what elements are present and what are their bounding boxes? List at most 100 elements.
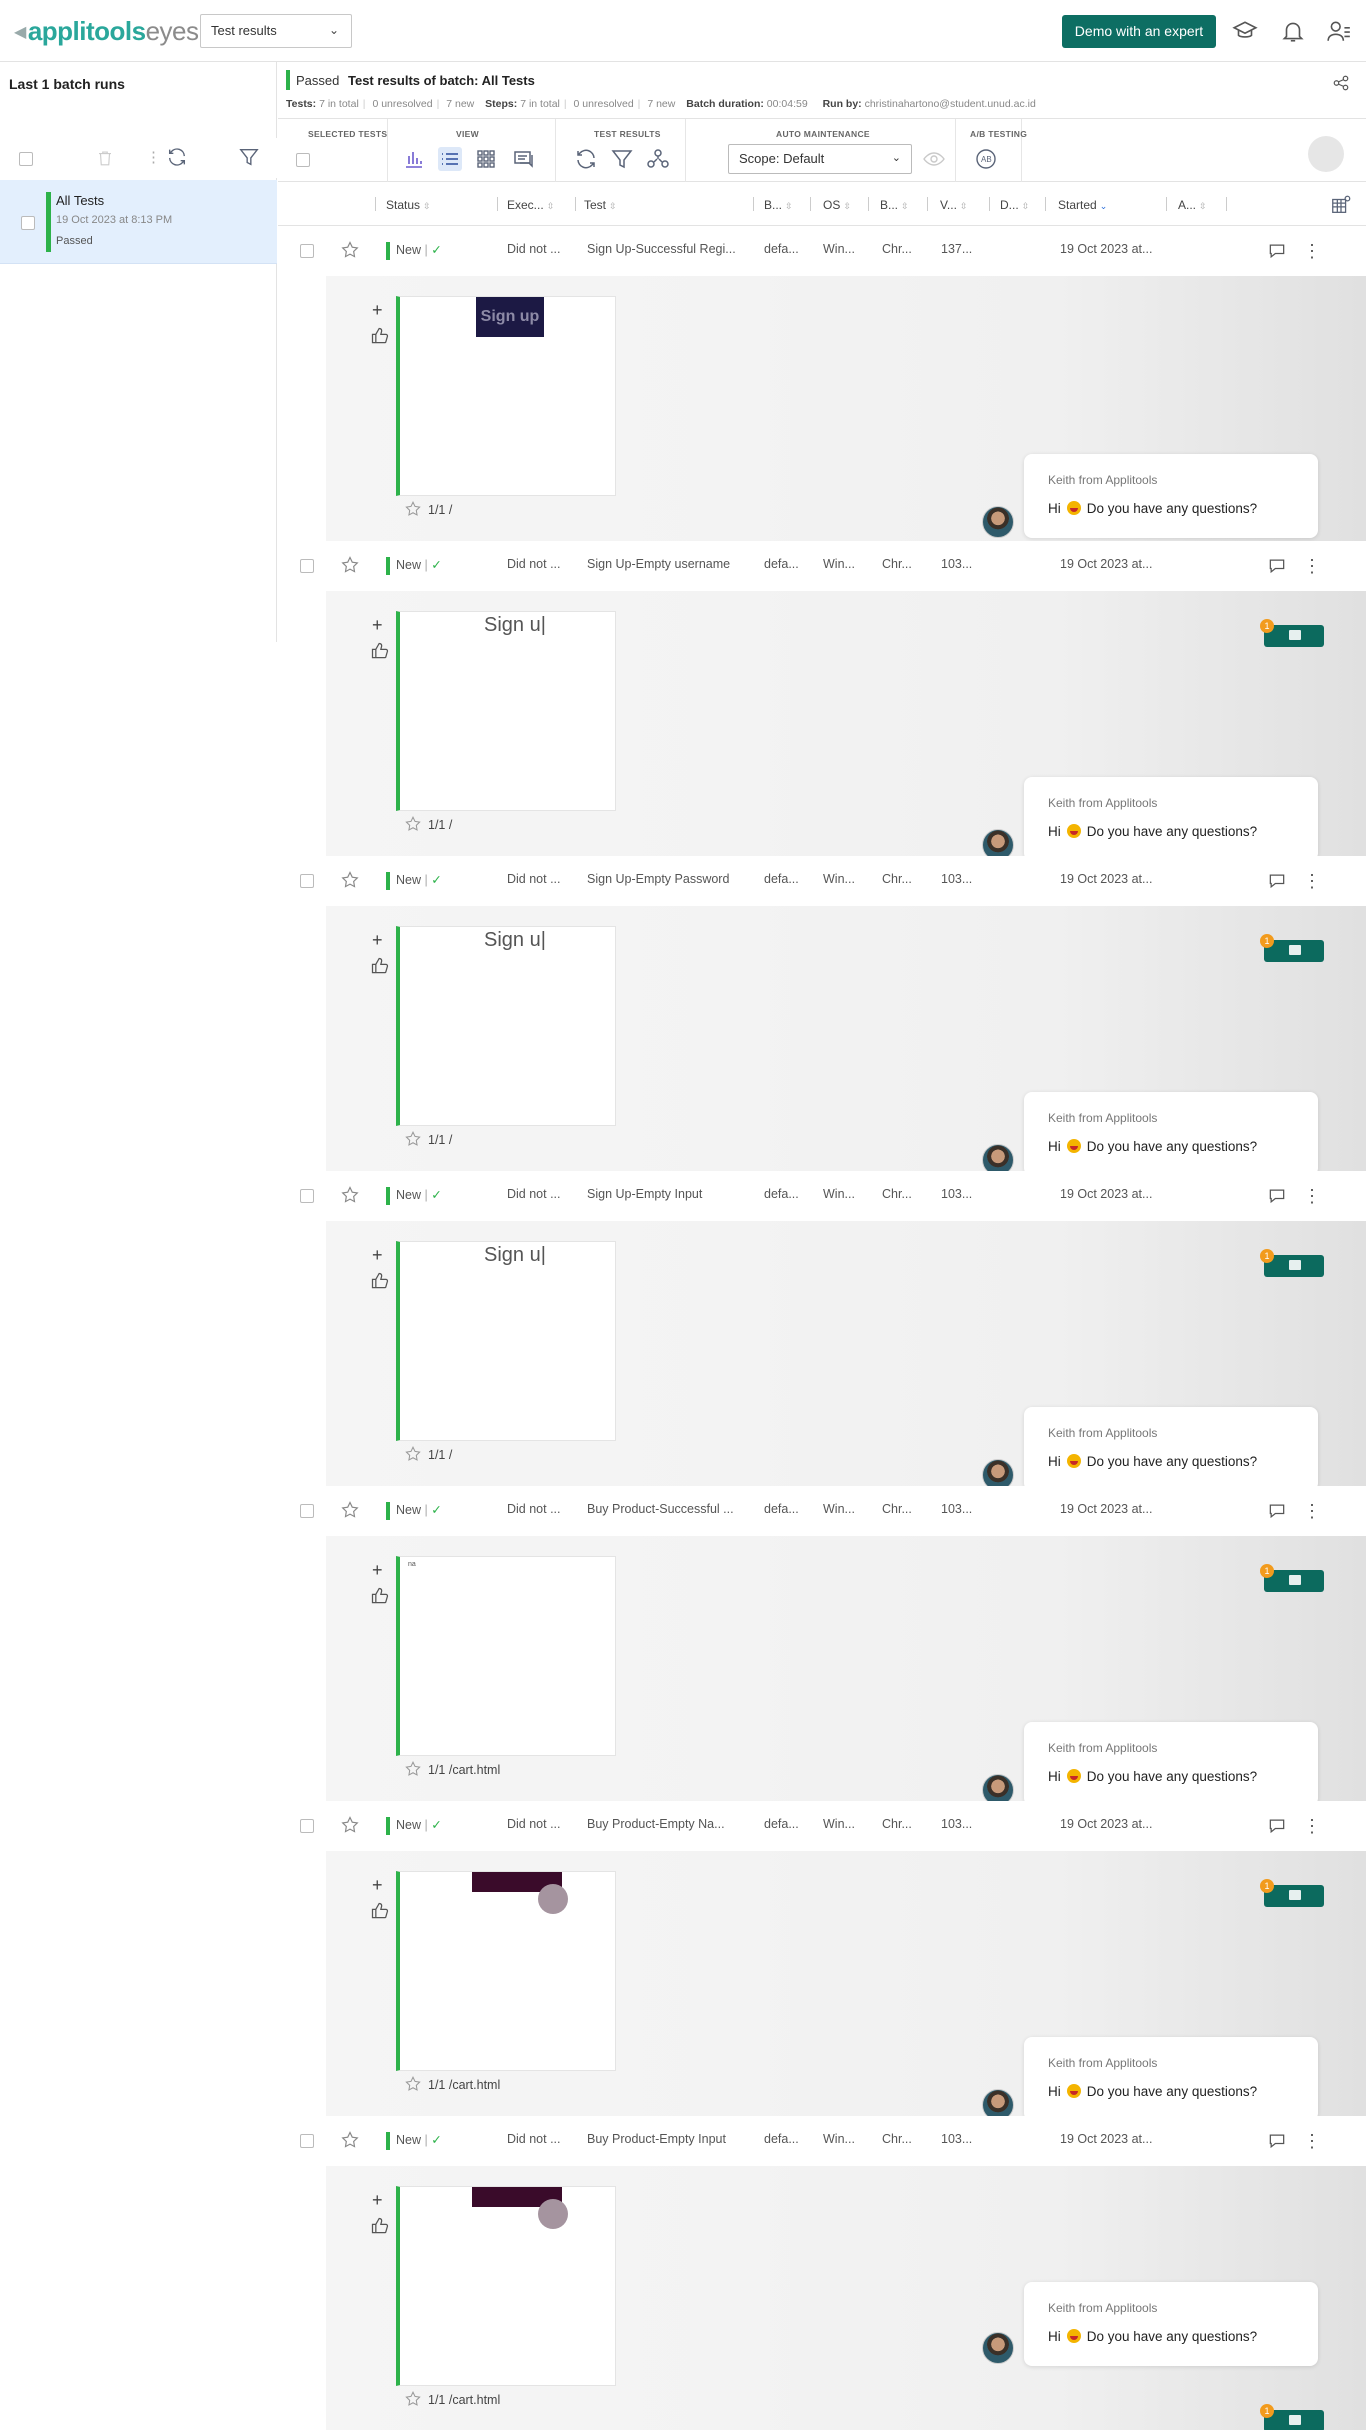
step-thumbnail[interactable]: na bbox=[396, 1556, 616, 1756]
graduation-cap-icon[interactable] bbox=[1232, 18, 1258, 44]
thumbs-up-icon[interactable] bbox=[370, 326, 390, 346]
plus-icon[interactable]: + bbox=[372, 2190, 383, 2211]
col-baseline[interactable]: B... ⇳ bbox=[764, 198, 793, 212]
step-thumbnail[interactable]: Sign up bbox=[396, 296, 616, 496]
back-arrow-icon[interactable]: ◀ bbox=[14, 24, 26, 41]
thumbs-up-icon[interactable] bbox=[370, 641, 390, 661]
col-execution[interactable]: Exec... ⇳ bbox=[507, 198, 554, 212]
row-checkbox[interactable] bbox=[300, 2134, 314, 2148]
chat-launcher-button[interactable]: 1 bbox=[1260, 1879, 1324, 1907]
col-assignee[interactable]: A... ⇳ bbox=[1178, 198, 1207, 212]
plus-icon[interactable]: + bbox=[372, 930, 383, 951]
chat-launcher-button[interactable]: 1 bbox=[1260, 1564, 1324, 1592]
star-icon[interactable] bbox=[340, 1500, 360, 1520]
more-actions-icon[interactable]: ⋮ bbox=[1302, 1816, 1322, 1836]
star-icon[interactable] bbox=[404, 1760, 422, 1778]
list-view-icon[interactable] bbox=[438, 147, 462, 171]
chat-launcher-button[interactable]: 1 bbox=[1260, 934, 1324, 962]
refresh-icon[interactable] bbox=[166, 146, 188, 168]
col-status[interactable]: Status ⇳ bbox=[386, 198, 431, 212]
plus-icon[interactable]: + bbox=[372, 615, 383, 636]
chat-popup[interactable]: Keith from Applitools Hi Do you have any q… bbox=[1024, 2282, 1318, 2366]
comment-icon[interactable] bbox=[1267, 1816, 1287, 1836]
more-actions-icon[interactable]: ⋮ bbox=[1302, 1501, 1322, 1521]
more-actions-icon[interactable]: ⋮ bbox=[1302, 2131, 1322, 2151]
star-icon[interactable] bbox=[340, 1185, 360, 1205]
row-test-name[interactable]: Sign Up-Empty Input bbox=[587, 1187, 749, 1201]
tests-new[interactable]: 7 new bbox=[446, 98, 474, 110]
star-icon[interactable] bbox=[404, 1445, 422, 1463]
thumbs-up-icon[interactable] bbox=[370, 1271, 390, 1291]
table-row[interactable]: New | ✓ Did not ... Sign Up-Empty Input def… bbox=[278, 1171, 1366, 1221]
step-thumbnail[interactable]: Sign u| bbox=[396, 926, 616, 1126]
row-test-name[interactable]: Buy Product-Successful ... bbox=[587, 1502, 749, 1516]
select-all-tests-checkbox[interactable] bbox=[296, 153, 310, 167]
more-options-icon[interactable]: ⋮ bbox=[146, 148, 161, 166]
tests-unresolved[interactable]: 0 unresolved bbox=[372, 98, 432, 110]
chat-launcher-button[interactable]: 1 bbox=[1260, 1249, 1324, 1277]
row-test-name[interactable]: Sign Up-Successful Regi... bbox=[587, 242, 749, 256]
chart-view-icon[interactable] bbox=[402, 147, 426, 171]
avatar[interactable] bbox=[982, 2332, 1014, 2364]
star-icon[interactable] bbox=[404, 500, 422, 518]
more-actions-icon[interactable]: ⋮ bbox=[1302, 241, 1322, 261]
star-icon[interactable] bbox=[340, 870, 360, 890]
row-checkbox[interactable] bbox=[300, 874, 314, 888]
star-icon[interactable] bbox=[340, 1815, 360, 1835]
group-by-icon[interactable] bbox=[646, 147, 670, 171]
plus-icon[interactable]: + bbox=[372, 1875, 383, 1896]
row-test-name[interactable]: Buy Product-Empty Na... bbox=[587, 1817, 749, 1831]
table-row[interactable]: New | ✓ Did not ... Buy Product-Empty Inpu… bbox=[278, 2116, 1366, 2166]
comment-icon[interactable] bbox=[1267, 1501, 1287, 1521]
chat-popup[interactable]: Keith from Applitools Hi Do you have any q… bbox=[1024, 1722, 1318, 1806]
col-browser[interactable]: B... ⇳ bbox=[880, 198, 909, 212]
chat-launcher-button[interactable]: 1 bbox=[1260, 619, 1324, 647]
demo-with-expert-button[interactable]: Demo with an expert bbox=[1062, 15, 1216, 48]
more-actions-icon[interactable]: ⋮ bbox=[1302, 1186, 1322, 1206]
plus-icon[interactable]: + bbox=[372, 1560, 383, 1581]
step-thumbnail[interactable] bbox=[396, 1871, 616, 2071]
select-all-batches-checkbox[interactable] bbox=[19, 152, 33, 166]
maintenance-eye-icon[interactable] bbox=[922, 147, 946, 171]
more-actions-icon[interactable]: ⋮ bbox=[1302, 871, 1322, 891]
plus-icon[interactable]: + bbox=[372, 1245, 383, 1266]
row-test-name[interactable]: Buy Product-Empty Input bbox=[587, 2132, 749, 2146]
star-icon[interactable] bbox=[404, 1130, 422, 1148]
ab-testing-icon[interactable]: AB bbox=[974, 147, 998, 171]
refresh-results-icon[interactable] bbox=[574, 147, 598, 171]
comment-icon[interactable] bbox=[1267, 2131, 1287, 2151]
step-thumbnail[interactable]: Sign u| bbox=[396, 611, 616, 811]
row-test-name[interactable]: Sign Up-Empty Password bbox=[587, 872, 749, 886]
filter-icon[interactable] bbox=[238, 146, 260, 168]
thumbs-up-icon[interactable] bbox=[370, 956, 390, 976]
steps-unresolved[interactable]: 0 unresolved bbox=[574, 98, 634, 110]
col-started[interactable]: Started ⌄ bbox=[1058, 198, 1107, 212]
table-row[interactable]: New | ✓ Did not ... Buy Product-Empty Na..… bbox=[278, 1801, 1366, 1851]
table-row[interactable]: New | ✓ Did not ... Sign Up-Successful Reg… bbox=[278, 226, 1366, 276]
comment-icon[interactable] bbox=[1267, 556, 1287, 576]
grid-view-icon[interactable] bbox=[474, 147, 498, 171]
comment-icon[interactable] bbox=[1267, 1186, 1287, 1206]
star-icon[interactable] bbox=[404, 2075, 422, 2093]
save-button[interactable] bbox=[1308, 136, 1344, 172]
bell-icon[interactable] bbox=[1280, 18, 1306, 44]
scope-select[interactable]: Scope: Default ⌄ bbox=[728, 144, 912, 174]
chat-popup[interactable]: Keith from Applitools Hi Do you have any q… bbox=[1024, 454, 1318, 538]
star-icon[interactable] bbox=[404, 815, 422, 833]
chat-popup[interactable]: Keith from Applitools Hi Do you have any q… bbox=[1024, 777, 1318, 861]
star-icon[interactable] bbox=[340, 240, 360, 260]
comment-icon[interactable] bbox=[1267, 871, 1287, 891]
step-thumbnail[interactable] bbox=[396, 2186, 616, 2386]
comment-icon[interactable] bbox=[1267, 241, 1287, 261]
col-test[interactable]: Test ⇳ bbox=[584, 198, 617, 212]
batch-item-checkbox[interactable] bbox=[21, 216, 35, 230]
thumbs-up-icon[interactable] bbox=[370, 1586, 390, 1606]
col-os[interactable]: OS ⇳ bbox=[823, 198, 851, 212]
applitools-logo[interactable]: ◀applitoolseyes bbox=[14, 16, 199, 47]
table-row[interactable]: New | ✓ Did not ... Sign Up-Empty username… bbox=[278, 541, 1366, 591]
row-checkbox[interactable] bbox=[300, 559, 314, 573]
steps-new[interactable]: 7 new bbox=[647, 98, 675, 110]
plus-icon[interactable]: + bbox=[372, 300, 383, 321]
col-device[interactable]: D... ⇳ bbox=[1000, 198, 1029, 212]
table-row[interactable]: New | ✓ Did not ... Sign Up-Empty Password… bbox=[278, 856, 1366, 906]
